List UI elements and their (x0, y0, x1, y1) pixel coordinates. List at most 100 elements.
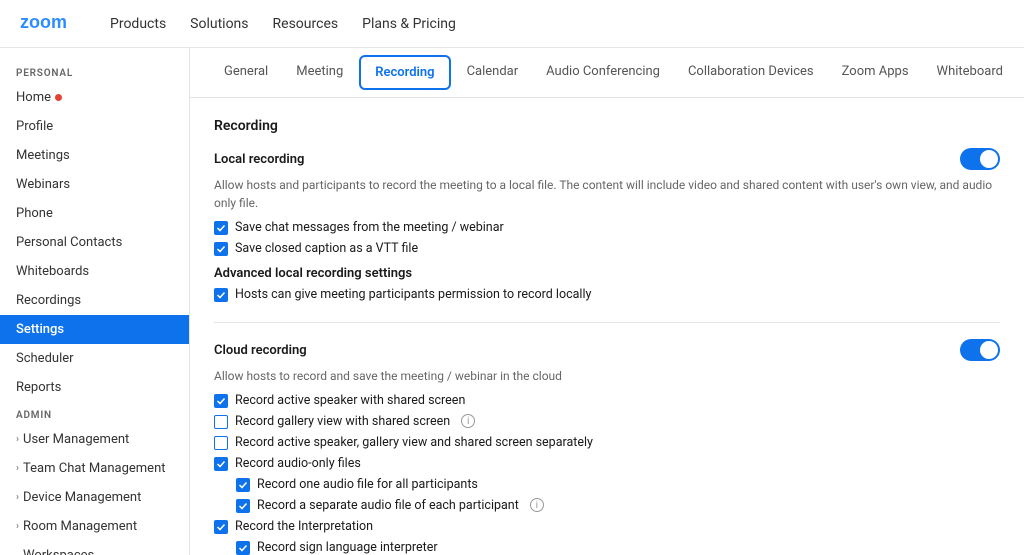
nav-resources[interactable]: Resources (273, 16, 339, 32)
sidebar-item-room-management[interactable]: › Room Management (0, 512, 189, 541)
cloud-label-6: Record the Interpretation (235, 519, 373, 534)
cloud-option-3: Record audio-only files (214, 456, 1000, 471)
sidebar-item-settings[interactable]: Settings (0, 315, 189, 344)
sidebar-item-team-chat-management[interactable]: › Team Chat Management (0, 454, 189, 483)
local-recording-desc: Allow hosts and participants to record t… (214, 176, 1000, 212)
nav-products[interactable]: Products (110, 16, 166, 32)
tab-whiteboard[interactable]: Whiteboard (923, 48, 1017, 97)
chevron-icon: › (16, 521, 19, 532)
cloud-option-5: Record a separate audio file of each par… (236, 498, 1000, 513)
cloud-recording-section: Cloud recording Allow hosts to record an… (214, 339, 1000, 555)
advanced-recording-title: Advanced local recording settings (214, 266, 1000, 281)
sidebar-user-management-label: User Management (23, 432, 129, 447)
save-vtt-label: Save closed caption as a VTT file (235, 241, 418, 256)
cloud-checkbox-4[interactable] (236, 478, 250, 492)
hosts-permission-label: Hosts can give meeting participants perm… (235, 287, 591, 302)
settings-content: Recording Local recording Allow hosts an… (190, 98, 1024, 555)
tab-recording[interactable]: Recording (359, 55, 450, 90)
sidebar-device-management-label: Device Management (23, 490, 141, 505)
hosts-permission-checkbox[interactable] (214, 288, 228, 302)
cloud-recording-toggle[interactable] (960, 339, 1000, 361)
sidebar-item-workspaces-management[interactable]: › Workspaces Management (0, 541, 189, 555)
cloud-label-7: Record sign language interpreter (257, 540, 438, 555)
nav-solutions[interactable]: Solutions (190, 16, 248, 32)
tab-collaboration-devices[interactable]: Collaboration Devices (674, 48, 828, 97)
sidebar-item-device-management[interactable]: › Device Management (0, 483, 189, 512)
hosts-permission-option: Hosts can give meeting participants perm… (214, 287, 1000, 302)
sidebar-personal-contacts-label: Personal Contacts (16, 235, 122, 250)
nav-items: Products Solutions Resources Plans & Pri… (110, 16, 456, 32)
sidebar-phone-label: Phone (16, 206, 53, 221)
admin-section-label: ADMIN (0, 402, 189, 425)
cloud-label-0: Record active speaker with shared screen (235, 393, 465, 408)
cloud-option-4: Record one audio file for all participan… (236, 477, 1000, 492)
cloud-label-1: Record gallery view with shared screen (235, 414, 450, 429)
cloud-recording-title: Cloud recording (214, 343, 307, 358)
info-icon-separate[interactable]: i (530, 498, 544, 512)
local-recording-toggle[interactable] (960, 148, 1000, 170)
cloud-option-0: Record active speaker with shared screen (214, 393, 1000, 408)
save-vtt-option: Save closed caption as a VTT file (214, 241, 1000, 256)
local-recording-section: Local recording Allow hosts and particip… (214, 148, 1000, 302)
tab-bar: General Meeting Recording Calendar Audio… (190, 48, 1024, 98)
chevron-icon: › (16, 463, 19, 474)
tab-calendar[interactable]: Calendar (453, 48, 533, 97)
cloud-checkbox-5[interactable] (236, 499, 250, 513)
cloud-checkbox-6[interactable] (214, 520, 228, 534)
sidebar-meetings-label: Meetings (16, 148, 70, 163)
sidebar-reports-label: Reports (16, 380, 61, 395)
cloud-checkbox-1[interactable] (214, 415, 228, 429)
sidebar-webinars-label: Webinars (16, 177, 70, 192)
save-chat-checkbox[interactable] (214, 221, 228, 235)
tab-zoom-apps[interactable]: Zoom Apps (828, 48, 923, 97)
nav-plans-pricing[interactable]: Plans & Pricing (362, 16, 456, 32)
save-chat-label: Save chat messages from the meeting / we… (235, 220, 504, 235)
sidebar-room-management-label: Room Management (23, 519, 137, 534)
sidebar-item-home[interactable]: Home (0, 83, 189, 112)
sidebar-scheduler-label: Scheduler (16, 351, 74, 366)
cloud-checkbox-0[interactable] (214, 394, 228, 408)
sidebar: PERSONAL Home Profile Meetings Webinars … (0, 48, 190, 555)
sidebar-item-reports[interactable]: Reports (0, 373, 189, 402)
home-notification-dot (55, 94, 62, 101)
sidebar-item-scheduler[interactable]: Scheduler (0, 344, 189, 373)
sidebar-home-label: Home (16, 90, 51, 105)
tab-general[interactable]: General (210, 48, 282, 97)
cloud-checkbox-2[interactable] (214, 436, 228, 450)
cloud-option-7: Record sign language interpreter (236, 540, 1000, 555)
main-content: General Meeting Recording Calendar Audio… (190, 48, 1024, 555)
sidebar-item-whiteboards[interactable]: Whiteboards (0, 257, 189, 286)
save-vtt-checkbox[interactable] (214, 242, 228, 256)
cloud-label-5: Record a separate audio file of each par… (257, 498, 519, 513)
section-divider (214, 322, 1000, 323)
sidebar-profile-label: Profile (16, 119, 53, 134)
tab-audio-conferencing[interactable]: Audio Conferencing (532, 48, 674, 97)
personal-section-label: PERSONAL (0, 60, 189, 83)
cloud-recording-header: Cloud recording (214, 339, 1000, 361)
sidebar-item-personal-contacts[interactable]: Personal Contacts (0, 228, 189, 257)
cloud-label-3: Record audio-only files (235, 456, 361, 471)
sidebar-item-user-management[interactable]: › User Management (0, 425, 189, 454)
zoom-logo[interactable]: zoom (20, 12, 80, 36)
sidebar-item-meetings[interactable]: Meetings (0, 141, 189, 170)
sidebar-item-webinars[interactable]: Webinars (0, 170, 189, 199)
tab-meeting[interactable]: Meeting (282, 48, 357, 97)
svg-text:zoom: zoom (20, 12, 67, 32)
sidebar-item-recordings[interactable]: Recordings (0, 286, 189, 315)
cloud-option-6: Record the Interpretation (214, 519, 1000, 534)
save-chat-option: Save chat messages from the meeting / we… (214, 220, 1000, 235)
local-recording-title: Local recording (214, 152, 304, 167)
sidebar-team-chat-label: Team Chat Management (23, 461, 165, 476)
sidebar-item-phone[interactable]: Phone (0, 199, 189, 228)
main-layout: PERSONAL Home Profile Meetings Webinars … (0, 48, 1024, 555)
sidebar-workspaces-label: Workspaces Management (23, 548, 173, 555)
cloud-checkbox-7[interactable] (236, 541, 250, 555)
top-navigation: zoom Products Solutions Resources Plans … (0, 0, 1024, 48)
sidebar-item-profile[interactable]: Profile (0, 112, 189, 141)
cloud-option-2: Record active speaker, gallery view and … (214, 435, 1000, 450)
local-recording-header: Local recording (214, 148, 1000, 170)
cloud-label-4: Record one audio file for all participan… (257, 477, 478, 492)
info-icon-gallery[interactable]: i (461, 414, 475, 428)
cloud-checkbox-3[interactable] (214, 457, 228, 471)
chevron-icon: › (16, 434, 19, 445)
